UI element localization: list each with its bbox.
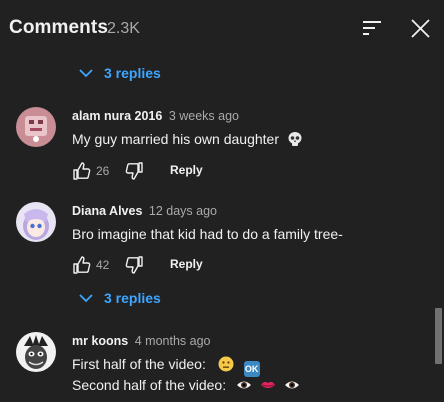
- comment-body: My guy married his own daughter: [72, 131, 279, 147]
- like-icon[interactable]: [72, 255, 92, 275]
- comment-time[interactable]: 12 days ago: [149, 204, 217, 218]
- like-icon[interactable]: [72, 161, 92, 181]
- view-replies-button[interactable]: 3 replies: [78, 61, 161, 85]
- avatar[interactable]: [16, 202, 56, 242]
- comment-time[interactable]: 4 months ago: [135, 334, 211, 348]
- comment-header: alam nura 2016 3 weeks ago: [72, 109, 239, 123]
- comments-header: Comments 2.3K: [0, 0, 444, 58]
- neutral-face-emoji-icon: [218, 356, 234, 372]
- comment-text-line-1: First half of the video: OK: [72, 356, 260, 377]
- dislike-icon[interactable]: [124, 161, 144, 181]
- view-replies-button[interactable]: 3 replies: [78, 286, 161, 310]
- lips-emoji-icon: [260, 381, 275, 388]
- comment-time[interactable]: 3 weeks ago: [169, 109, 239, 123]
- sort-button[interactable]: [360, 16, 386, 40]
- chevron-down-icon: [79, 69, 93, 78]
- skull-emoji-icon: [288, 132, 302, 146]
- comment-text-line-2: Second half of the video:: [72, 377, 300, 393]
- comments-count: 2.3K: [107, 20, 140, 37]
- reply-button[interactable]: Reply: [170, 163, 203, 177]
- ok-button-emoji-icon: OK: [243, 361, 260, 377]
- comments-title: Comments: [9, 17, 108, 38]
- chevron-down-icon: [79, 294, 93, 303]
- close-icon: [411, 19, 430, 38]
- comment-body: Bro imagine that kid had to do a family …: [72, 226, 343, 242]
- comment-body: First half of the video:: [72, 356, 206, 372]
- comment-text: Bro imagine that kid had to do a family …: [72, 226, 343, 242]
- scrollbar-thumb[interactable]: [435, 308, 442, 364]
- avatar[interactable]: [16, 332, 56, 372]
- comment-header: Diana Alves 12 days ago: [72, 204, 217, 218]
- eye-emoji-icon: [284, 381, 299, 389]
- ok-button-text: OK: [244, 364, 259, 374]
- dislike-icon[interactable]: [124, 255, 144, 275]
- eye-emoji-icon: [237, 381, 251, 389]
- view-replies-label: 3 replies: [104, 65, 161, 81]
- like-count: 42: [96, 258, 110, 272]
- author-name[interactable]: Diana Alves: [72, 204, 142, 218]
- avatar[interactable]: [16, 107, 56, 147]
- author-name[interactable]: alam nura 2016: [72, 109, 162, 123]
- reply-button[interactable]: Reply: [170, 257, 203, 271]
- comment-body: Second half of the video:: [72, 377, 227, 393]
- like-count: 26: [96, 164, 110, 178]
- avatar-image: [16, 107, 56, 147]
- sort-icon: [363, 21, 381, 35]
- comments-panel: Comments 2.3K 3 replies alam nura 2016 3…: [0, 0, 444, 402]
- comment-header: mr koons 4 months ago: [72, 334, 211, 348]
- avatar-image: [16, 202, 56, 242]
- avatar-image: [16, 332, 56, 372]
- view-replies-label: 3 replies: [104, 290, 161, 306]
- close-button[interactable]: [408, 16, 434, 42]
- author-name[interactable]: mr koons: [72, 334, 128, 348]
- comment-text: My guy married his own daughter: [72, 131, 303, 147]
